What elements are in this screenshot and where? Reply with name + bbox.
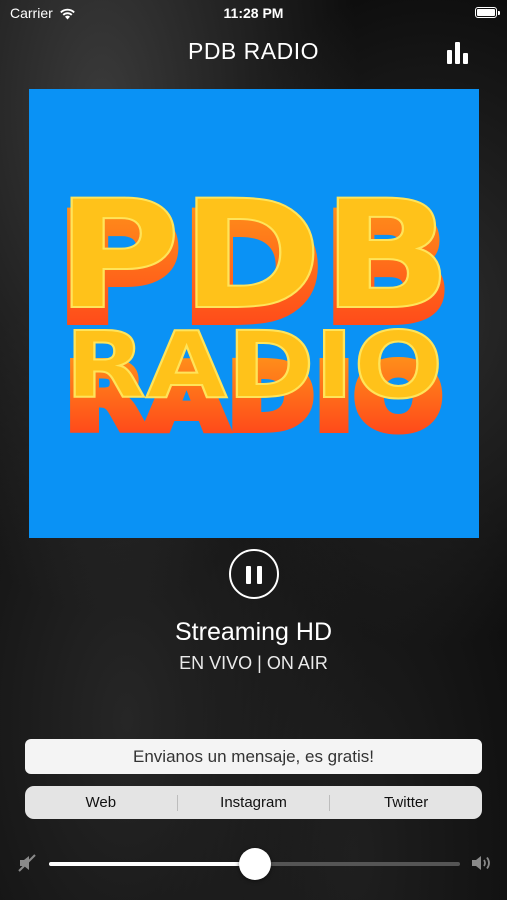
track-subtitle: EN VIVO | ON AIR [179,653,328,673]
pause-icon-bar [257,566,262,584]
link-instagram[interactable]: Instagram [178,794,330,811]
link-web[interactable]: Web [25,794,177,811]
logo-line2: RADIO [65,312,443,419]
equalizer-icon[interactable] [447,42,471,64]
volume-mute-icon [18,854,36,872]
volume-fill [49,862,255,866]
send-message-button[interactable]: Envianos un mensaje, es gratis! [25,739,482,774]
track-title: Streaming HD [175,618,332,646]
volume-high-icon [472,856,490,870]
volume-slider[interactable] [49,848,460,880]
social-links-segmented-control: Web Instagram Twitter [25,786,482,819]
pause-button[interactable] [229,549,279,599]
battery-icon [475,7,500,18]
volume-thumb[interactable] [238,848,271,880]
status-bar: Carrier 11:28 PM [0,0,507,28]
pause-icon [246,566,251,584]
station-artwork: PDB PDB RADIO RADIO [29,89,479,538]
station-logo: PDB PDB RADIO RADIO [29,89,479,538]
status-time: 11:28 PM [223,5,284,21]
page-title: PDB RADIO [187,38,320,64]
send-message-label: Envianos un mensaje, es gratis! [133,746,374,766]
link-twitter[interactable]: Twitter [330,794,482,811]
